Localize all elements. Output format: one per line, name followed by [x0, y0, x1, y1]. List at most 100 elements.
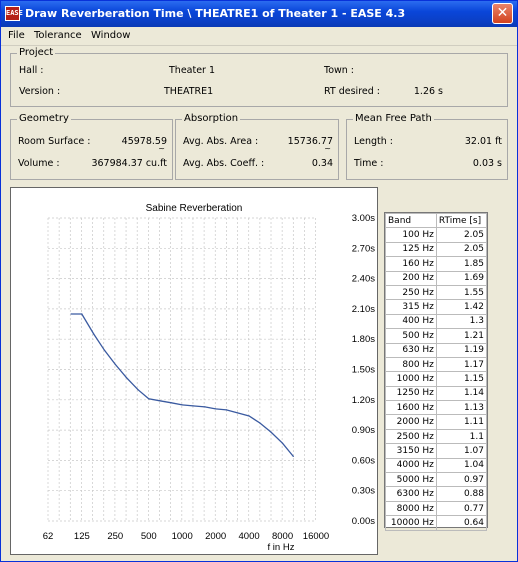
- title-bar[interactable]: EASE Draw Reverberation Time \ THEATRE1 …: [1, 1, 517, 27]
- rt-data-point: [103, 349, 106, 351]
- rt-table-row: 630 Hz 1.19: [385, 342, 488, 358]
- rtime-cell: 1.15: [435, 371, 488, 387]
- band-cell: 6300 Hz: [385, 486, 437, 502]
- rtime-cell: 1.55: [435, 284, 488, 301]
- band-cell: 10000 Hz: [385, 515, 437, 531]
- rt-table-row: 160 Hz 1.85: [385, 256, 488, 272]
- x-tick-label: 8000: [272, 531, 293, 542]
- y-tick-label: 0.60s: [352, 455, 375, 466]
- room-surface-label: Room Surface :: [18, 136, 91, 147]
- absorption-group: Absorption Avg. Abs. Area : 15736.77 ~ A…: [175, 113, 339, 180]
- band-cell: 2500 Hz: [385, 428, 437, 445]
- mean-free-path-legend: Mean Free Path: [353, 113, 434, 124]
- rt-desired-label: RT desired :: [324, 86, 380, 97]
- app-window: EASE Draw Reverberation Time \ THEATRE1 …: [0, 0, 518, 562]
- rt-table-row: 1000 Hz 1.15: [385, 371, 488, 387]
- room-surface-unit: ~: [158, 144, 165, 153]
- rt-data-point: [93, 333, 95, 335]
- rt-table-row: 1250 Hz 1.14: [385, 385, 488, 402]
- rt-table-row: 250 Hz 1.55: [385, 284, 488, 301]
- avg-abs-coeff-value: 0.34: [311, 158, 333, 169]
- rt-data-point: [236, 412, 239, 414]
- band-cell: 160 Hz: [385, 256, 437, 272]
- mean-free-path-group: Mean Free Path Length : 32.01 ft Time : …: [346, 113, 508, 180]
- rtime-cell: 1.3: [435, 313, 488, 330]
- band-cell: 1250 Hz: [385, 385, 437, 402]
- y-tick-label: 0.00s: [352, 516, 375, 527]
- rt-table-row: 2500 Hz 1.1: [385, 428, 488, 445]
- x-tick-label: 125: [74, 531, 90, 542]
- avg-abs-area-unit: ~: [324, 144, 331, 153]
- rt-data-point: [292, 455, 294, 457]
- band-cell: 5000 Hz: [385, 472, 437, 488]
- x-tick-label: 62: [43, 531, 54, 542]
- rt-table-row: 4000 Hz 1.04: [385, 457, 488, 474]
- rt-table-row: 1600 Hz 1.13: [385, 400, 488, 416]
- band-cell: 125 Hz: [385, 241, 437, 258]
- version-value: THEATRE1: [164, 86, 214, 97]
- rtime-cell: 1.1: [435, 428, 488, 445]
- rt-table-row: 100 Hz 2.05: [385, 227, 488, 243]
- rt-table-row: 10000 Hz 0.64: [385, 515, 488, 531]
- band-cell: 315 Hz: [385, 299, 437, 315]
- rt-data-point: [215, 408, 217, 410]
- mfp-length-value: 32.01 ft: [464, 136, 502, 147]
- rt-data-point: [281, 442, 284, 444]
- band-cell: 500 Hz: [385, 328, 437, 344]
- mfp-length-label: Length :: [354, 136, 393, 147]
- x-tick-label: 500: [141, 531, 157, 542]
- geometry-group: Geometry Room Surface : 45978.59 ~ Volum…: [10, 113, 173, 180]
- band-cell: 400 Hz: [385, 313, 437, 330]
- rtime-cell: 1.04: [435, 457, 488, 474]
- rtime-cell: 2.05: [435, 241, 488, 258]
- rt-data-point: [170, 402, 173, 404]
- x-tick-label: 250: [107, 531, 123, 542]
- chart-grid: [47, 217, 316, 522]
- rtime-cell: 1.42: [435, 299, 488, 315]
- rt-table-header-row: Band RTime [s]: [385, 212, 488, 229]
- rt-table-row: 500 Hz 1.21: [385, 328, 488, 344]
- band-cell: 1600 Hz: [385, 400, 437, 416]
- rt-table-row: 2000 Hz 1.11: [385, 414, 488, 430]
- rtime-cell: 1.17: [435, 356, 488, 373]
- band-cell: 250 Hz: [385, 284, 437, 301]
- rtime-cell: 0.64: [435, 515, 488, 531]
- rt-data-point: [259, 422, 261, 424]
- rt-data-point: [137, 389, 139, 391]
- band-column-header: Band: [385, 212, 437, 229]
- rt-table-row: 5000 Hz 0.97: [385, 472, 488, 488]
- menu-window[interactable]: Window: [91, 30, 130, 41]
- avg-abs-coeff-label: Avg. Abs. Coeff. :: [183, 158, 265, 169]
- y-tick-label: 1.20s: [352, 395, 375, 406]
- close-button[interactable]: ✕: [492, 3, 513, 24]
- mfp-time-label: Time :: [354, 158, 384, 169]
- rtime-cell: 0.77: [435, 500, 488, 517]
- version-label: Version :: [19, 86, 61, 97]
- rt-data-point: [204, 406, 206, 408]
- rt-data-point: [81, 313, 83, 315]
- hall-value: Theater 1: [169, 65, 216, 76]
- rt-data-point: [148, 398, 150, 400]
- rtime-cell: 1.14: [435, 385, 488, 402]
- menu-file[interactable]: File: [8, 30, 25, 41]
- rt-data-point: [159, 400, 161, 402]
- band-cell: 4000 Hz: [385, 457, 437, 474]
- y-tick-label: 3.00s: [352, 213, 375, 224]
- band-cell: 2000 Hz: [385, 414, 437, 430]
- menu-tolerance[interactable]: Tolerance: [34, 30, 82, 41]
- y-tick-label: 2.40s: [352, 274, 375, 285]
- avg-abs-area-label: Avg. Abs. Area :: [183, 136, 259, 147]
- project-group: Project Hall : Theater 1 Town : Version …: [10, 47, 508, 107]
- rt-table-row: 315 Hz 1.42: [385, 299, 488, 315]
- rtime-cell: 0.97: [435, 472, 488, 488]
- rtime-cell: 1.85: [435, 256, 488, 272]
- band-cell: 1000 Hz: [385, 371, 437, 387]
- rtime-cell: 2.05: [435, 227, 488, 243]
- y-tick-label: 2.10s: [352, 304, 375, 315]
- band-cell: 3150 Hz: [385, 443, 437, 459]
- chart-title: Sabine Reverberation: [146, 203, 243, 214]
- rtime-cell: 1.07: [435, 443, 488, 459]
- reverberation-chart: Sabine Reverberation 0.00s 0.30s 0.60s 0.90…: [43, 203, 376, 553]
- rtime-cell: 1.69: [435, 270, 488, 286]
- app-icon: EASE: [5, 6, 23, 21]
